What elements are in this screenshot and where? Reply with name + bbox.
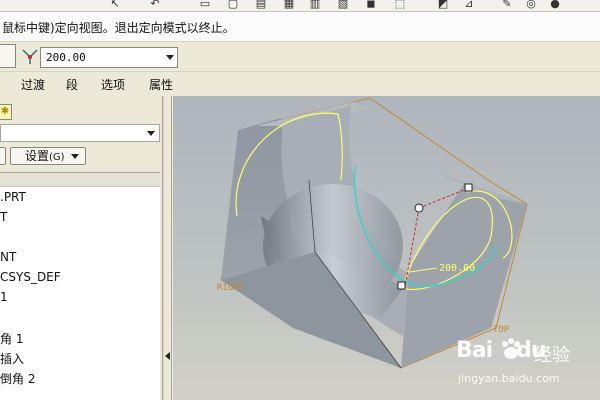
message-bar: 鼠标中键)定向视图。退出定向模式以终止。 [0, 12, 600, 42]
watermark-product: 经验 [534, 345, 570, 366]
tree-item[interactable]: NT [0, 250, 16, 264]
orient-icon[interactable]: ▦ [282, 0, 296, 10]
panel-splitter[interactable] [163, 96, 172, 400]
message-text: 鼠标中键)定向视图。退出定向模式以终止。 [2, 21, 235, 35]
value-combobox-text: 200.00 [46, 51, 86, 64]
tab-segment[interactable]: 段 [66, 76, 78, 93]
tree-item-insert[interactable]: 插入 [0, 350, 24, 367]
drag-handle[interactable] [397, 281, 406, 290]
drag-handle[interactable] [414, 203, 424, 213]
datum-plane-icon[interactable]: ◩ [436, 0, 450, 10]
display-style-icon[interactable]: ◼ [364, 0, 378, 10]
dimension-value-label[interactable]: 200.00 [439, 263, 475, 274]
undo-icon[interactable]: ↶ [148, 0, 162, 10]
model-tree-header [0, 173, 160, 187]
chevron-down-icon[interactable] [166, 55, 174, 60]
top-icon-toolbar: ↖ ↶ ▭ ▢ ▤ ▦ ▥ ▧ ◼ ⬚ ◩ ⊿ ✎ ◎ ● [0, 0, 600, 12]
star-icon[interactable]: ✱ [0, 104, 12, 120]
sketch-icon[interactable]: ✎ [500, 0, 514, 10]
value-combobox[interactable]: 200.00 [40, 47, 178, 68]
settings-shortcut: (G) [49, 152, 65, 163]
window-icon[interactable]: ▭ [198, 0, 212, 10]
shading-icon[interactable]: ◎ [524, 0, 538, 10]
settings-button[interactable]: 设置(G) [10, 147, 86, 165]
drag-handle[interactable] [464, 183, 473, 192]
sphere-icon[interactable]: ● [548, 0, 562, 10]
datum-right-label: RIGHT [217, 283, 245, 293]
model-tree-list: .PRT T NT CSYS_DEF 1 角 1 插入 倒角 2 [0, 172, 160, 400]
tab-properties[interactable]: 属性 [149, 76, 173, 93]
tree-item[interactable]: 倒角 2 [0, 370, 35, 387]
tab-transition[interactable]: 过渡 [21, 76, 45, 93]
zoom-box-icon[interactable]: ⬚ [388, 0, 412, 10]
settings-row: 设置(G) [0, 146, 160, 166]
settings-label: 设置 [25, 149, 50, 163]
model-tree-toolbar: ✱ [0, 102, 163, 122]
watermark-url: jingyan.baidu.com [458, 372, 560, 385]
tree-item-part[interactable]: .PRT [0, 190, 26, 204]
dashboard-row: 200.00 [0, 42, 600, 72]
repaint-icon[interactable]: ▢ [226, 0, 240, 10]
tree-item[interactable]: T [0, 210, 7, 224]
paw-logo-icon [502, 338, 520, 359]
model-tree-selector[interactable] [0, 124, 160, 142]
tree-item[interactable]: 1 [0, 290, 8, 304]
dashboard-toggle-button[interactable] [0, 44, 16, 68]
saved-view-icon[interactable]: ▥ [308, 0, 322, 10]
tab-options[interactable]: 选项 [101, 76, 125, 93]
baidu-watermark: Bai du 经验 jingyan.baidu.com [456, 334, 596, 394]
arrow-icon[interactable]: ↖ [108, 0, 122, 10]
chevron-down-icon[interactable] [71, 154, 79, 159]
chevron-down-icon[interactable] [147, 131, 155, 136]
show-button[interactable] [0, 147, 6, 165]
tree-item-csys[interactable]: CSYS_DEF [0, 270, 61, 284]
sketch-point-icon[interactable] [20, 47, 40, 67]
layer-icon[interactable]: ▧ [336, 0, 350, 10]
chevron-left-icon[interactable] [165, 352, 170, 360]
datum-axis-icon[interactable]: ⊿ [462, 0, 476, 10]
model-tree-panel: ✱ 设置(G) .PRT T NT CSYS_DEF 1 角 1 插入 倒角 2 [0, 96, 163, 400]
tree-item[interactable]: 角 1 [0, 330, 23, 347]
print-icon[interactable]: ▤ [254, 0, 268, 10]
panel-tabs: 过渡 段 选项 属性 [0, 72, 600, 96]
